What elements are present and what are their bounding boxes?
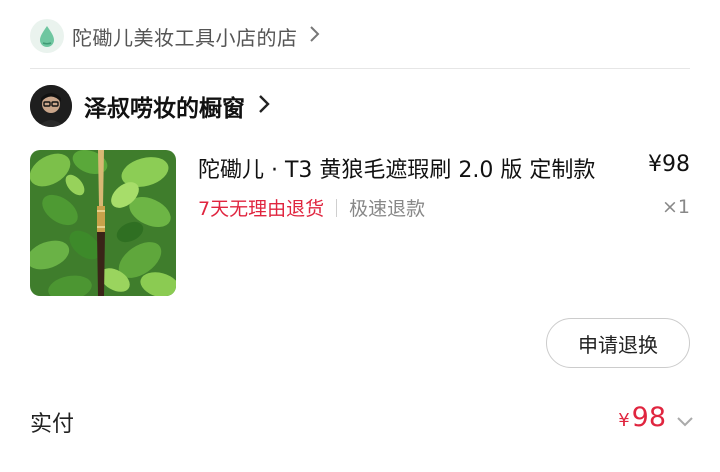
tag-divider (336, 198, 338, 217)
divider (30, 68, 690, 69)
showcase-link[interactable]: 泽叔唠妆的橱窗 (30, 84, 271, 128)
paid-amount[interactable]: ¥ 98 (618, 402, 666, 433)
showcase-name: 泽叔唠妆的橱窗 (84, 96, 245, 122)
store-link[interactable]: 陀磡儿美妆工具小店的店 (30, 16, 320, 56)
refund-exchange-button[interactable]: 申请退换 (546, 318, 690, 368)
chevron-right-icon (308, 24, 320, 49)
service-tags: 7天无理由退货 极速退款 (198, 194, 425, 221)
product-title[interactable]: 陀磡儿 · T3 黄狼毛遮瑕刷 2.0 版 定制款 (198, 152, 630, 184)
fast-refund-tag: 极速退款 (349, 198, 426, 220)
product-quantity: ×1 (661, 196, 690, 218)
store-name: 陀磡儿美妆工具小店的店 (72, 25, 298, 50)
order-detail-card: 陀磡儿美妆工具小店的店 泽叔唠妆的橱窗 陀磡儿 · T3 黄狼毛遮瑕刷 2.0 … (0, 0, 720, 472)
avatar (30, 85, 72, 127)
product-image[interactable] (30, 150, 176, 296)
chevron-down-icon[interactable] (676, 412, 694, 431)
currency-symbol: ¥ (618, 410, 630, 431)
chevron-right-icon (257, 92, 271, 120)
product-price: ¥98 (648, 152, 690, 177)
paid-value: 98 (631, 402, 666, 433)
paid-label: 实付 (30, 412, 75, 437)
droplet-logo-icon (30, 19, 64, 53)
return-policy-tag: 7天无理由退货 (198, 198, 325, 220)
